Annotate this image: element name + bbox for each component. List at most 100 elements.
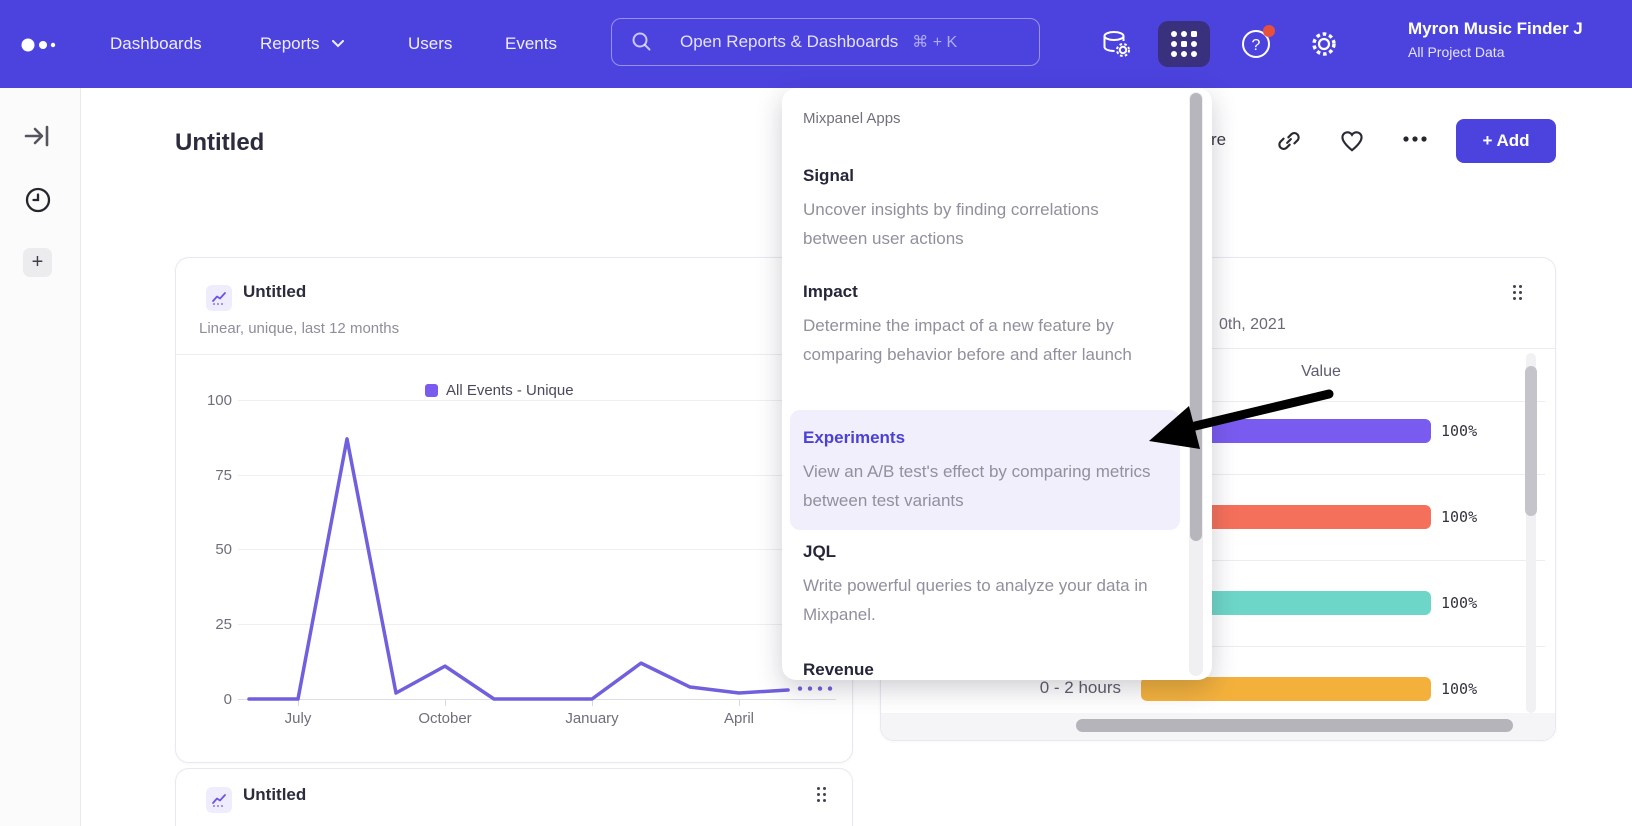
row-value: 100%: [1441, 594, 1477, 612]
top-nav: Dashboards Reports Users Events Open Rep…: [0, 0, 1632, 88]
grid-apps-icon: [1171, 31, 1197, 57]
y-tick-label: 100: [192, 392, 232, 409]
x-tick: [445, 699, 446, 706]
history-button[interactable]: [22, 184, 54, 216]
plus-icon: +: [32, 251, 44, 274]
gridline: [238, 624, 836, 625]
report-thumb-icon: [206, 787, 232, 813]
copy-link-button[interactable]: [1276, 128, 1302, 154]
menu-item-experiments[interactable]: Experiments View an A/B test's effect by…: [790, 410, 1180, 530]
menu-item-description: Uncover insights by finding correlations…: [803, 195, 1151, 253]
card-divider: [176, 354, 853, 355]
menu-item-jql[interactable]: JQL Write powerful queries to analyze yo…: [782, 542, 1188, 629]
app-root: Dashboards Reports Users Events Open Rep…: [0, 0, 1632, 826]
page-title: Untitled: [175, 129, 264, 157]
question-circle-icon: ?: [1241, 29, 1271, 59]
nav-item-users[interactable]: Users: [408, 0, 452, 88]
clock-icon: [24, 186, 52, 214]
nav-item-label: Dashboards: [110, 34, 202, 54]
card-subtitle: Linear, unique, last 12 months: [199, 320, 399, 337]
gridline: [238, 400, 836, 401]
user-name: Myron Music Finder J: [1408, 19, 1632, 39]
card-subtitle-partial: 0th, 2021: [1219, 316, 1286, 334]
menu-item-signal[interactable]: Signal Uncover insights by finding corre…: [782, 166, 1188, 253]
menu-item-title: Signal: [803, 166, 1188, 186]
x-tick: [592, 699, 593, 706]
gridline: [238, 549, 836, 550]
link-icon: [1276, 128, 1302, 154]
notification-dot: [1263, 25, 1275, 37]
svg-text:?: ?: [1252, 37, 1261, 54]
gear-icon: [1309, 29, 1339, 59]
arrow-to-bar-icon: [23, 122, 53, 150]
add-button[interactable]: + Add: [1456, 119, 1556, 163]
vertical-scrollbar-thumb[interactable]: [1525, 366, 1537, 516]
user-project-switcher[interactable]: Myron Music Finder J All Project Data: [1408, 19, 1632, 60]
line-chart-card: Untitled Linear, unique, last 12 months …: [175, 257, 853, 763]
menu-item-description: Determine the impact of a new feature by…: [803, 311, 1151, 369]
row-label: 0 - 2 hours: [881, 678, 1121, 698]
nav-item-label: Users: [408, 34, 452, 54]
horizontal-scrollbar-thumb[interactable]: [1076, 719, 1513, 732]
drag-handle-icon[interactable]: [817, 787, 829, 805]
nav-item-label: Reports: [260, 34, 320, 54]
menu-item-title: Revenue: [803, 660, 1188, 680]
menu-item-title: Experiments: [803, 428, 1180, 448]
menu-item-description: View an A/B test's effect by comparing m…: [803, 457, 1151, 515]
legend-label: All Events - Unique: [446, 382, 574, 399]
more-options-button[interactable]: [1401, 134, 1427, 160]
x-tick: [739, 699, 740, 706]
nav-item-label: Events: [505, 34, 557, 54]
x-tick-label: January: [552, 710, 632, 727]
search-placeholder: Open Reports & Dashboards: [680, 32, 898, 52]
chevron-down-icon: [332, 40, 344, 48]
ellipsis-icon: [1401, 134, 1429, 144]
help-button[interactable]: ?: [1236, 0, 1276, 88]
apps-grid-button[interactable]: [1158, 21, 1210, 67]
menu-item-title: Impact: [803, 282, 1188, 302]
y-tick-label: 25: [192, 616, 232, 633]
x-tick-label: July: [258, 710, 338, 727]
menu-item-description: Write powerful queries to analyze your d…: [803, 571, 1151, 629]
nav-item-reports[interactable]: Reports: [260, 0, 344, 88]
card-title[interactable]: Untitled: [243, 282, 306, 302]
x-tick: [298, 699, 299, 706]
settings-button[interactable]: [1304, 0, 1344, 88]
favorite-button[interactable]: [1339, 128, 1365, 154]
y-tick-label: 50: [192, 541, 232, 558]
data-management-button[interactable]: [1096, 0, 1136, 88]
gridline: [238, 475, 836, 476]
second-chart-card: Untitled: [175, 768, 853, 826]
value-bar: [1141, 677, 1431, 701]
legend-swatch: [425, 384, 438, 397]
card-title[interactable]: Untitled: [243, 785, 306, 805]
row-value: 100%: [1441, 422, 1477, 440]
x-tick-label: October: [405, 710, 485, 727]
dropdown-header: Mixpanel Apps: [803, 110, 901, 127]
collapse-sidebar-button[interactable]: [22, 120, 54, 152]
chart-legend: All Events - Unique: [425, 382, 574, 399]
line-series: [249, 439, 788, 699]
heart-icon: [1339, 128, 1365, 154]
left-rail: +: [0, 88, 81, 826]
nav-item-events[interactable]: Events: [505, 0, 557, 88]
add-report-button[interactable]: +: [23, 248, 52, 277]
search-shortcut: ⌘ + K: [912, 32, 957, 52]
mixpanel-logo-icon[interactable]: [20, 36, 64, 54]
y-tick-label: 0: [192, 691, 232, 708]
share-button-partial[interactable]: re: [1211, 130, 1226, 150]
menu-item-impact[interactable]: Impact Determine the impact of a new fea…: [782, 282, 1188, 369]
global-search-input[interactable]: Open Reports & Dashboards ⌘ + K: [611, 18, 1040, 66]
drag-handle-icon[interactable]: [1513, 285, 1525, 303]
x-tick-label: April: [699, 710, 779, 727]
menu-item-title: JQL: [803, 542, 1188, 562]
nav-item-dashboards[interactable]: Dashboards: [110, 0, 202, 88]
search-icon: [630, 30, 654, 54]
y-tick-label: 75: [192, 467, 232, 484]
project-name: All Project Data: [1408, 44, 1632, 60]
row-value: 100%: [1441, 680, 1477, 698]
report-thumb-icon: [206, 285, 232, 311]
database-gear-icon: [1100, 28, 1132, 60]
dropdown-scrollbar-thumb[interactable]: [1190, 93, 1202, 541]
menu-item-revenue[interactable]: Revenue: [782, 660, 1188, 680]
